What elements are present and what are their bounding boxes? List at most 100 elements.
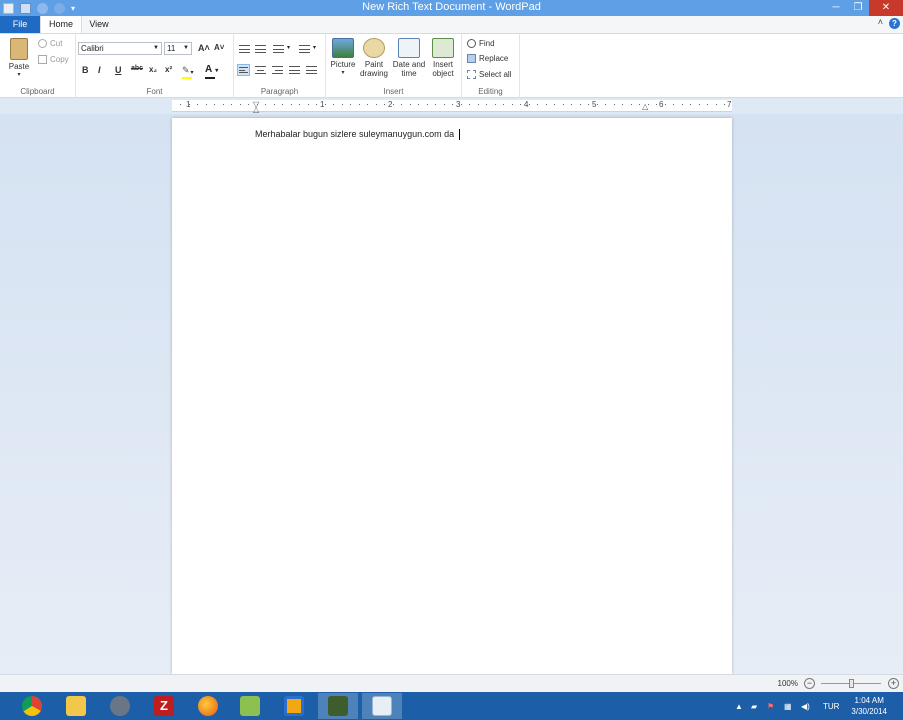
clipboard-group: Paste ▾ Cut Copy Clipboard: [0, 34, 76, 98]
show-hidden-icons[interactable]: ▲: [735, 692, 743, 720]
taskbar-app[interactable]: [274, 693, 314, 719]
clock-time: 1:04 AM: [854, 696, 884, 705]
highlight-color-button[interactable]: ✎ ▾: [182, 65, 194, 76]
bullets-button[interactable]: [272, 43, 285, 55]
align-right-button[interactable]: [271, 64, 284, 76]
help-icon[interactable]: ?: [889, 18, 900, 29]
tab-view[interactable]: View: [82, 16, 116, 33]
left-indent-marker[interactable]: △: [253, 105, 259, 114]
picture-button[interactable]: Picture ▾: [328, 38, 358, 78]
align-left-button[interactable]: [237, 64, 250, 76]
italic-button[interactable]: I: [98, 65, 101, 75]
font-color-button[interactable]: A ▾: [205, 64, 218, 75]
insert-group: Picture ▾ Paint drawing Date and time In…: [326, 34, 462, 98]
taskbar-filezilla[interactable]: Z: [144, 693, 184, 719]
filezilla-icon: Z: [154, 696, 174, 716]
volume-icon[interactable]: ◀): [801, 692, 810, 720]
clock[interactable]: 1:04 AM 3/30/2014: [851, 695, 887, 717]
zoom-slider-thumb[interactable]: [849, 679, 854, 688]
shrink-font-button[interactable]: A˅: [214, 43, 224, 52]
object-label-1: Insert: [432, 60, 453, 69]
taskbar-wordpad[interactable]: [362, 693, 402, 719]
object-icon: [432, 38, 454, 58]
replace-label: Replace: [479, 54, 509, 63]
paragraph-settings-button[interactable]: [305, 64, 318, 76]
highlighter-icon: ✎: [182, 65, 190, 75]
tab-home[interactable]: Home: [40, 16, 82, 33]
grow-font-button[interactable]: A˄: [198, 43, 210, 53]
ruler-tick: [358, 104, 360, 105]
underline-button[interactable]: U: [115, 65, 122, 75]
ruler[interactable]: 1 1 2 3 4 5 6 7 ▽ △ △: [172, 100, 732, 114]
ruler-tick: [222, 104, 224, 105]
insert-object-button[interactable]: Insert object: [428, 38, 458, 78]
ruler-tick: [231, 104, 232, 105]
ruler-tick: [188, 104, 190, 105]
align-center-button[interactable]: [254, 64, 267, 76]
notification-icon[interactable]: ▰: [751, 692, 757, 720]
title-bar: ▾ New Rich Text Document - WordPad ─ ❐ ✕: [0, 0, 903, 16]
picture-label: Picture: [330, 60, 356, 69]
app-icon: [240, 696, 260, 716]
document-page[interactable]: Merhabalar bugun sizlere suleymanuygun.c…: [172, 118, 732, 674]
ruler-tick: [528, 104, 530, 105]
ruler-tick: [715, 104, 717, 105]
ribbon-tabs: File Home View ˄ ?: [0, 16, 903, 33]
justify-button[interactable]: [288, 64, 301, 76]
replace-button[interactable]: Replace: [467, 54, 508, 63]
calendar-icon: [398, 38, 420, 58]
ruler-tick: [443, 104, 445, 105]
taskbar-app[interactable]: [100, 693, 140, 719]
paste-button[interactable]: Paste ▾: [6, 38, 32, 80]
status-bar: 100% − +: [0, 674, 903, 692]
taskbar-app[interactable]: [230, 693, 270, 719]
chrome-icon: [22, 696, 42, 716]
select-all-button[interactable]: Select all: [467, 70, 511, 79]
ruler-tick: [401, 104, 402, 105]
zoom-in-button[interactable]: +: [888, 678, 899, 689]
document-text-line[interactable]: Merhabalar bugun sizlere suleymanuygun.c…: [255, 129, 461, 141]
ruler-tick: [503, 104, 504, 105]
network-icon[interactable]: ▦: [784, 692, 792, 720]
increase-indent-button[interactable]: [254, 43, 267, 55]
find-button[interactable]: Find: [467, 39, 495, 48]
paste-dropdown-icon[interactable]: ▾: [6, 71, 32, 80]
line-spacing-button[interactable]: [298, 43, 311, 55]
language-indicator[interactable]: TUR: [823, 692, 839, 720]
ruler-tick: [605, 104, 606, 105]
font-family-select[interactable]: Calibri ▼: [78, 42, 162, 55]
decrease-indent-button[interactable]: [238, 43, 251, 55]
subscript-button[interactable]: x₂: [149, 65, 157, 74]
paint-drawing-button[interactable]: Paint drawing: [359, 38, 389, 78]
highlight-color-swatch: [182, 77, 192, 79]
chevron-down-icon[interactable]: ▾: [287, 44, 290, 51]
date-time-button[interactable]: Date and time: [391, 38, 427, 78]
ruler-tick: [333, 104, 334, 105]
chevron-down-icon[interactable]: ▾: [313, 44, 316, 51]
binoculars-icon: [467, 39, 476, 48]
zoom-out-button[interactable]: −: [804, 678, 815, 689]
firefox-icon: [198, 696, 218, 716]
copy-button[interactable]: Copy: [38, 55, 69, 64]
close-button[interactable]: ✕: [869, 0, 903, 16]
taskbar-app[interactable]: [318, 693, 358, 719]
strikethrough-button[interactable]: abc: [131, 65, 143, 72]
font-size-select[interactable]: 11 ▼: [164, 42, 192, 55]
ruler-tick: [724, 104, 725, 105]
taskbar-firefox[interactable]: [188, 693, 228, 719]
minimize-button[interactable]: ─: [825, 0, 847, 16]
minimize-ribbon-icon[interactable]: ˄: [878, 17, 883, 27]
copy-label: Copy: [50, 55, 69, 64]
bold-button[interactable]: B: [82, 65, 89, 75]
maximize-button[interactable]: ❐: [847, 0, 869, 16]
ruler-tick: [273, 104, 275, 105]
ruler-tick: [537, 104, 538, 105]
ruler-tick: [197, 104, 198, 105]
taskbar-chrome[interactable]: [12, 693, 52, 719]
cut-button[interactable]: Cut: [38, 39, 62, 48]
ruler-tick: [554, 104, 555, 105]
action-center-icon[interactable]: ⚑: [767, 692, 774, 720]
superscript-button[interactable]: x²: [165, 65, 172, 74]
taskbar-file-explorer[interactable]: [56, 693, 96, 719]
tab-file[interactable]: File: [0, 16, 40, 33]
